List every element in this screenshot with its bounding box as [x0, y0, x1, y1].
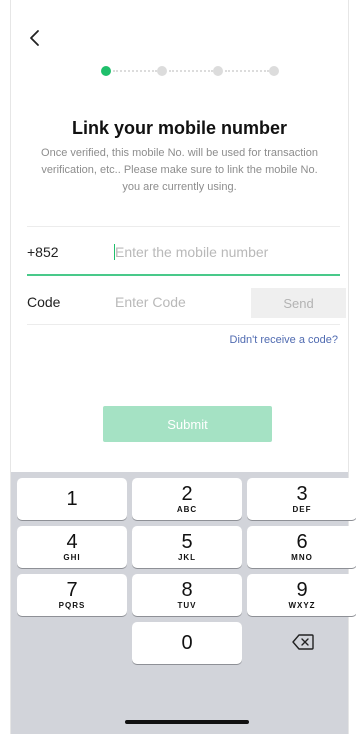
key-5[interactable]: 5 JKL: [132, 526, 242, 568]
key-0[interactable]: 0: [132, 622, 242, 664]
chevron-left-icon[interactable]: [25, 28, 45, 48]
mobile-number-input[interactable]: [115, 240, 335, 264]
key-letters: MNO: [291, 553, 313, 562]
key-digit: 4: [66, 531, 78, 553]
key-letters: TUV: [177, 601, 197, 610]
key-digit: 0: [181, 632, 193, 654]
key-7[interactable]: 7 PQRS: [17, 574, 127, 616]
input-underline-active: [27, 274, 340, 276]
home-indicator: [125, 720, 249, 724]
stepper-connector: [169, 70, 213, 72]
key-digit: 1: [66, 488, 78, 510]
key-digit: 8: [181, 579, 193, 601]
backspace-icon: [292, 634, 314, 650]
divider: [27, 226, 340, 227]
page-title: Link your mobile number: [71, 118, 288, 138]
key-letters: WXYZ: [288, 601, 316, 610]
submit-button[interactable]: Submit: [103, 406, 272, 442]
key-letters: DEF: [292, 505, 312, 514]
key-1[interactable]: 1: [17, 478, 127, 520]
country-code[interactable]: +852: [27, 244, 59, 260]
text-caret: [114, 244, 115, 260]
key-9[interactable]: 9 WXYZ: [247, 574, 356, 616]
step-dot: [157, 66, 167, 76]
key-8[interactable]: 8 TUV: [132, 574, 242, 616]
stepper-connector: [113, 70, 157, 72]
key-digit: 6: [296, 531, 308, 553]
key-4[interactable]: 4 GHI: [17, 526, 127, 568]
send-code-button[interactable]: Send: [251, 288, 346, 318]
step-dot-active: [101, 66, 111, 76]
key-digit: 7: [66, 579, 78, 601]
key-digit: 9: [296, 579, 308, 601]
key-digit: 2: [181, 483, 193, 505]
code-label: Code: [27, 294, 61, 310]
key-digit: 3: [296, 483, 308, 505]
progress-stepper: [101, 64, 281, 78]
page-subtitle: Once verified, this mobile No. will be u…: [41, 147, 318, 193]
stepper-connector: [225, 70, 269, 72]
key-3[interactable]: 3 DEF: [247, 478, 356, 520]
key-letters: JKL: [177, 553, 197, 562]
step-dot: [213, 66, 223, 76]
delete-key[interactable]: [247, 622, 356, 664]
key-letters: ABC: [176, 505, 198, 514]
key-6[interactable]: 6 MNO: [247, 526, 356, 568]
step-dot: [269, 66, 279, 76]
numeric-keypad: 1 2 ABC 3 DEF 4 GHI 5 JKL 6 MNO 7 PQRS 8…: [11, 472, 356, 734]
screen: Link your mobile number Once verified, t…: [10, 0, 356, 734]
key-letters: GHI: [63, 553, 81, 562]
verification-code-input[interactable]: [115, 290, 245, 314]
key-digit: 5: [181, 531, 193, 553]
divider: [27, 324, 340, 325]
resend-code-link[interactable]: Didn't receive a code?: [230, 334, 339, 346]
key-2[interactable]: 2 ABC: [132, 478, 242, 520]
key-letters: PQRS: [58, 601, 86, 610]
